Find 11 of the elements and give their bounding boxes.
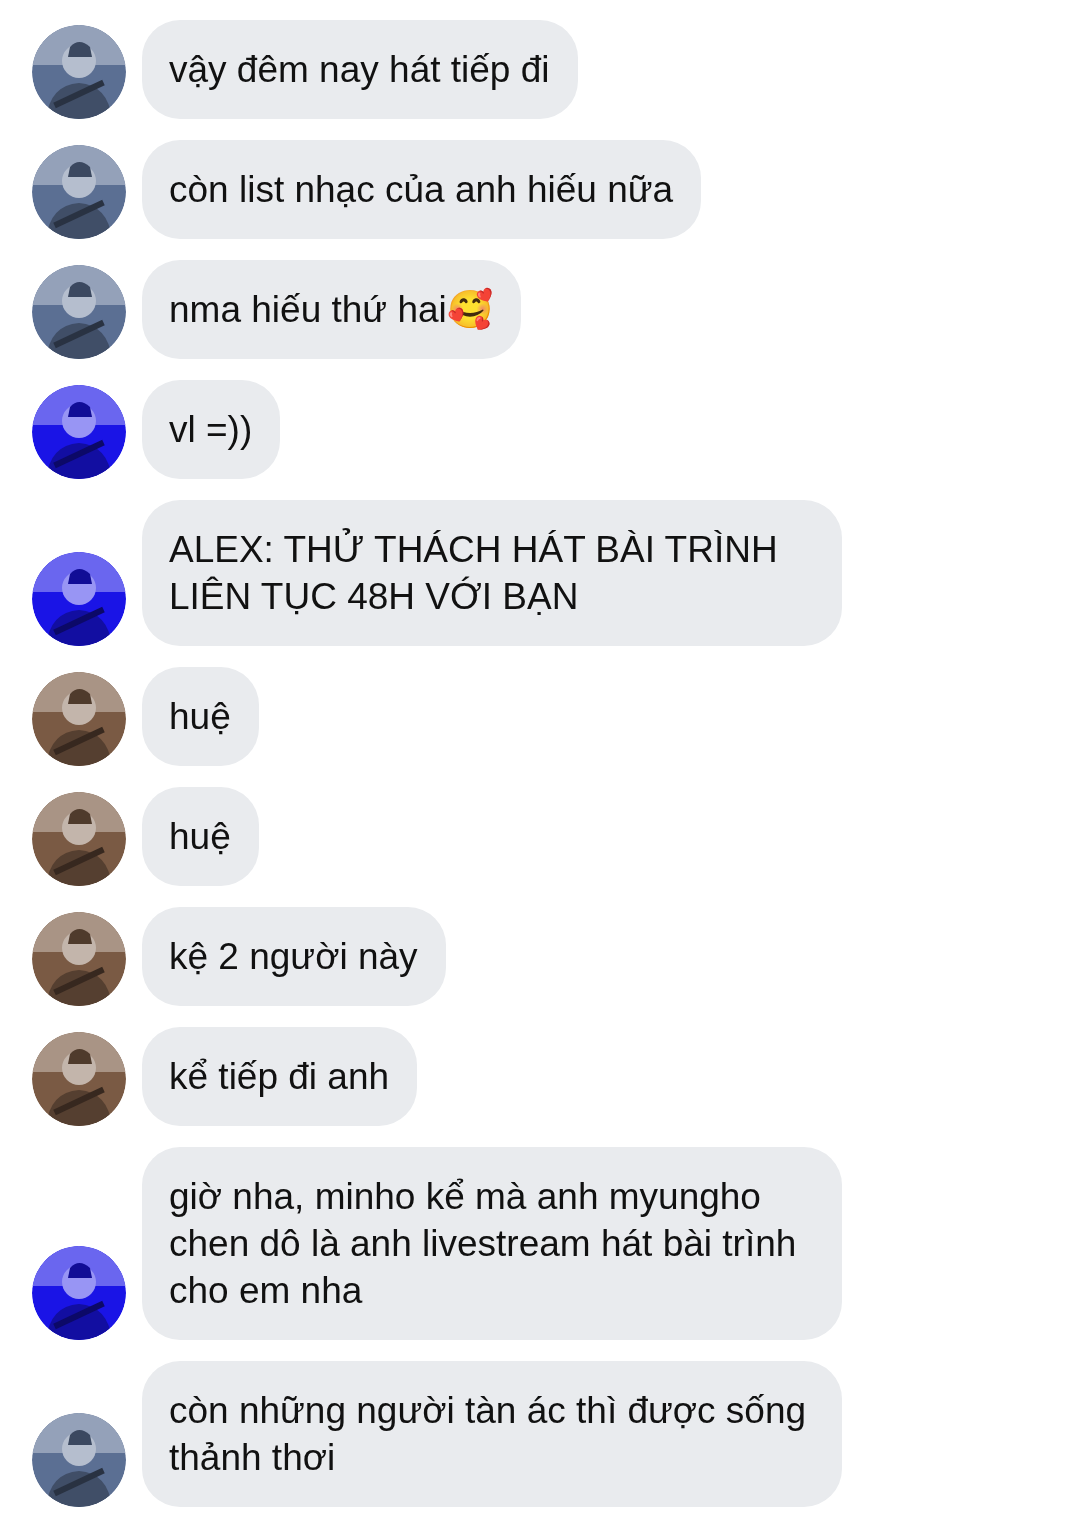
message-bubble: còn list nhạc của anh hiếu nữa <box>142 140 702 239</box>
message-bubble: kệ 2 người này <box>142 907 446 1006</box>
message-bubble: kể tiếp đi anh <box>142 1027 418 1126</box>
message-bubble: ALEX: THỬ THÁCH HÁT BÀI TRÌNH LIÊN TỤC 48H VỚI BẠN <box>142 500 842 646</box>
message-bubble: huệ <box>142 787 259 886</box>
message-bubble: huệ <box>142 667 259 766</box>
message-bubble: nma hiếu thứ hai🥰 <box>142 260 521 359</box>
message-bubble: vậy đêm nay hát tiếp đi <box>142 20 578 119</box>
message-bubble: còn những người tàn ác thì được sống thảnh thơi <box>142 1361 842 1507</box>
message-bubble: giờ nha, minho kể mà anh myungho chen dô là anh livestream hát bài trình cho em nha <box>142 1147 842 1340</box>
message-bubble: vl =)) <box>142 380 281 479</box>
